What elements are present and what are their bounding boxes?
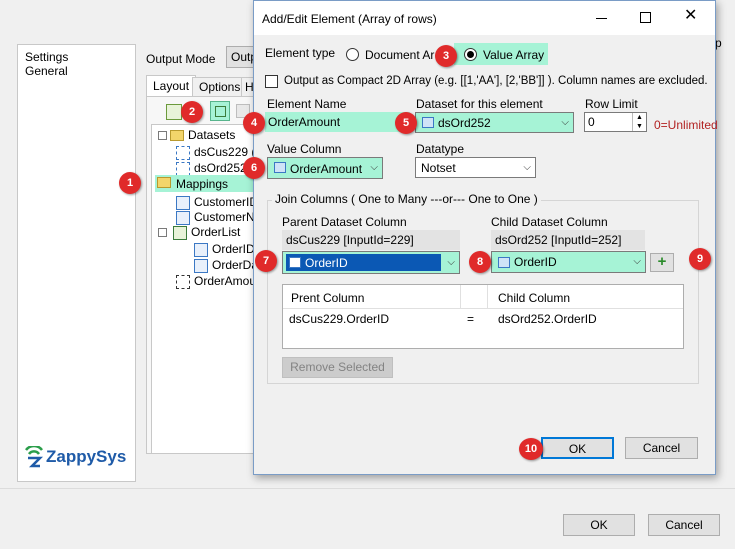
datatype-label: Datatype <box>416 142 465 156</box>
parent-column-label: Parent Dataset Column <box>282 215 407 229</box>
add-array-icon[interactable] <box>210 101 230 121</box>
tab-options[interactable]: Options <box>192 77 248 97</box>
chevron-down-icon: ⌵ <box>561 117 569 128</box>
tree-node-field[interactable]: OrderID <box>194 241 255 257</box>
datatype-combo[interactable]: Notset ⌵ <box>415 157 536 178</box>
child-column-combo[interactable]: OrderID ⌵ <box>491 251 646 273</box>
field-icon <box>176 195 190 210</box>
output-mode-combo[interactable]: Outp <box>226 46 257 68</box>
cancel-button[interactable]: Cancel <box>648 514 720 536</box>
table-row[interactable]: dsCus229.OrderID = dsOrd252.OrderID <box>283 311 683 329</box>
radio-value-array[interactable] <box>464 48 477 61</box>
element-type-label: Element type <box>265 46 336 60</box>
tree-node-datasets[interactable]: Datasets <box>158 127 235 143</box>
grid-divider <box>460 285 488 309</box>
join-columns-label: Join Columns ( One to Many ---or--- One … <box>272 192 541 206</box>
folder-icon <box>157 177 171 188</box>
compact-2d-label: Output as Compact 2D Array (e.g. [[1,'AA… <box>284 75 708 87</box>
dialog-title: Add/Edit Element (Array of rows) <box>262 12 437 26</box>
settings-nav-panel: Settings General <box>17 44 136 482</box>
row-limit-label: Row Limit <box>585 97 638 111</box>
dialog-cancel-button[interactable]: Cancel <box>625 437 698 459</box>
chevron-down-icon: ⌵ <box>447 257 455 268</box>
field-icon <box>194 242 208 257</box>
array-icon <box>173 225 187 240</box>
nav-item-settings[interactable]: Settings <box>18 50 135 64</box>
radio-value-label: Value Array <box>483 48 545 62</box>
element-name-label: Element Name <box>267 97 347 111</box>
dataset-icon <box>176 161 190 176</box>
grid-header-child: Child Column <box>498 291 571 305</box>
value-column-label: Value Column <box>267 142 342 156</box>
chevron-down-icon: ⌵ <box>633 256 641 267</box>
radio-document-array[interactable] <box>346 48 359 61</box>
field-icon <box>176 210 190 225</box>
grid-header-parent: Prent Column <box>291 291 365 305</box>
value-array-icon <box>176 274 190 289</box>
step-badge: 3 <box>435 45 457 67</box>
step-badge: 4 <box>243 112 265 134</box>
tree-node-field[interactable]: CustomerNa <box>176 209 261 225</box>
tree-node-orderlist[interactable]: OrderList <box>158 224 240 240</box>
field-icon <box>194 258 208 273</box>
dialog-titlebar: Add/Edit Element (Array of rows) ✕ <box>254 1 715 35</box>
parent-dataset-text: dsCus229 [InputId=229] <box>282 230 460 250</box>
add-edit-element-dialog: Add/Edit Element (Array of rows) ✕ Eleme… <box>243 0 718 475</box>
add-join-button[interactable]: + <box>650 253 674 272</box>
dataset-combo[interactable]: dsOrd252 ⌵ <box>415 112 574 133</box>
dataset-label: Dataset for this element <box>416 97 543 111</box>
step-badge: 10 <box>519 438 543 460</box>
zappysys-logo-text: ZappySys <box>46 447 127 466</box>
radio-document-label: Document Arra <box>365 48 435 62</box>
value-column-combo[interactable]: OrderAmount ⌵ <box>267 157 383 179</box>
plus-icon: + <box>657 253 667 270</box>
join-grid: Prent Column Child Column dsCus229.Order… <box>282 284 684 349</box>
tree-node-field[interactable]: OrderDa <box>194 257 258 273</box>
tree-node-value-array[interactable]: OrderAmou <box>176 273 256 289</box>
table-icon <box>422 117 434 129</box>
remove-selected-button[interactable]: Remove Selected <box>282 357 393 378</box>
chevron-down-icon: ⌵ <box>370 162 378 173</box>
step-badge: 7 <box>255 250 277 272</box>
folder-icon <box>170 130 184 142</box>
output-mode-label: Output Mode <box>146 52 216 66</box>
parent-column-combo[interactable]: OrderID ⌵ <box>282 251 460 274</box>
collapse-icon[interactable] <box>158 131 167 141</box>
step-badge: 6 <box>243 157 265 179</box>
close-icon[interactable]: ✕ <box>684 8 698 24</box>
zappysys-logo-icon <box>24 444 44 468</box>
tree-node-dataset[interactable]: dsOrd252 <box>176 160 247 176</box>
child-dataset-text: dsOrd252 [InputId=252] <box>491 230 645 250</box>
element-name-input[interactable]: OrderAmount <box>265 112 410 132</box>
add-element-icon[interactable] <box>166 104 182 120</box>
table-icon <box>498 257 510 268</box>
tree-node-field[interactable]: CustomerID <box>176 194 258 210</box>
unlimited-note: 0=Unlimited <box>654 118 718 132</box>
right-edge-text: p <box>715 36 722 50</box>
chevron-down-icon: ⌵ <box>523 162 531 173</box>
child-column-label: Child Dataset Column <box>491 215 608 229</box>
maximize-icon[interactable] <box>640 12 651 23</box>
minimize-icon[interactable] <box>595 10 609 24</box>
dialog-ok-button[interactable]: OK <box>541 437 614 459</box>
step-badge: 9 <box>689 248 711 270</box>
tree-node-dataset[interactable]: dsCus229 ( <box>176 144 255 160</box>
table-icon <box>289 257 301 268</box>
collapse-icon[interactable] <box>158 228 167 238</box>
table-icon <box>274 162 286 174</box>
step-badge: 8 <box>469 251 491 273</box>
ok-button[interactable]: OK <box>563 514 635 536</box>
compact-2d-checkbox[interactable] <box>265 75 278 88</box>
nav-item-general[interactable]: General <box>18 64 135 78</box>
dataset-icon <box>176 145 190 160</box>
tree-node-mappings-label[interactable]: Mappings <box>176 177 228 191</box>
step-badge: 1 <box>119 172 141 194</box>
tab-layout[interactable]: Layout <box>146 75 197 97</box>
step-badge: 5 <box>395 112 417 134</box>
step-badge: 2 <box>181 101 203 123</box>
row-limit-spinner[interactable]: ▲ ▼ <box>632 113 646 131</box>
